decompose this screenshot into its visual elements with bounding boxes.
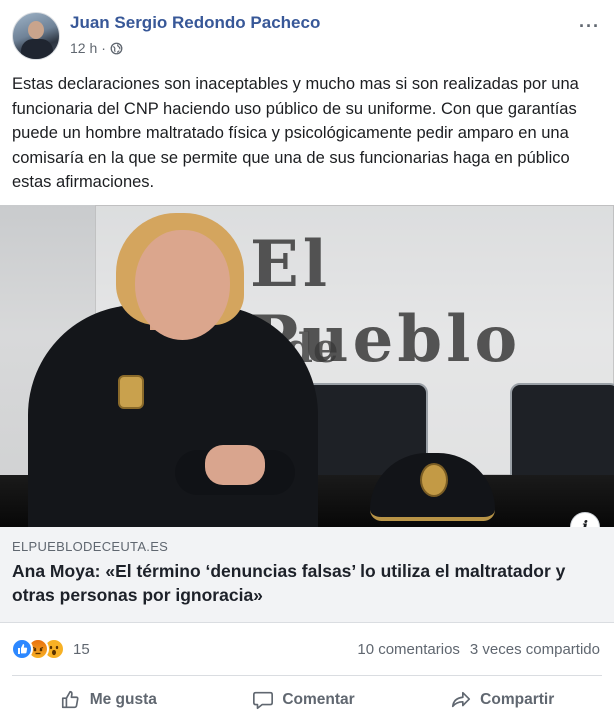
meta-separator: · [101, 40, 106, 56]
engagement-counts: 10 comentarios 3 veces compartido [357, 641, 600, 658]
comment-label: Comentar [282, 691, 355, 708]
post-actions: Me gusta Comentar Compartir [12, 680, 602, 720]
like-label: Me gusta [89, 691, 157, 708]
comments-count[interactable]: 10 comentarios [357, 641, 460, 658]
cap-badge [420, 463, 448, 497]
avatar[interactable] [12, 12, 60, 60]
reactions-summary[interactable]: 15 [11, 638, 90, 660]
shares-count[interactable]: 3 veces compartido [470, 641, 600, 658]
globe-icon[interactable] [110, 42, 123, 55]
comment-icon [253, 691, 274, 710]
like-icon [11, 638, 33, 660]
post-meta: 12 h · [70, 40, 123, 56]
uniform-badge [118, 375, 144, 409]
share-button[interactable]: Compartir [438, 683, 566, 717]
link-image[interactable]: El Pueblo de i [0, 205, 614, 527]
link-headline[interactable]: Ana Moya: «El término ‘denuncias falsas’… [12, 560, 602, 607]
thumbs-up-icon [61, 690, 79, 709]
link-domain: ELPUEBLODECEUTA.ES [12, 539, 169, 554]
link-preview[interactable]: ELPUEBLODECEUTA.ES Ana Moya: «El término… [0, 527, 614, 623]
person-face [135, 230, 230, 340]
like-button[interactable]: Me gusta [48, 683, 169, 717]
post-text: Estas declaraciones son inaceptables y m… [12, 75, 579, 191]
reaction-count: 15 [73, 640, 90, 658]
person-hands [205, 445, 265, 485]
more-options-button[interactable]: ··· [579, 16, 600, 37]
actions-divider [12, 675, 602, 676]
share-label: Compartir [480, 691, 555, 708]
post-stats: 15 10 comentarios 3 veces compartido [0, 623, 614, 675]
post-header: Juan Sergio Redondo Pacheco 12 h · ··· [0, 0, 614, 68]
author-name[interactable]: Juan Sergio Redondo Pacheco [70, 13, 320, 33]
share-icon [452, 691, 471, 708]
post-time[interactable]: 12 h [70, 40, 97, 56]
comment-button[interactable]: Comentar [240, 683, 366, 717]
